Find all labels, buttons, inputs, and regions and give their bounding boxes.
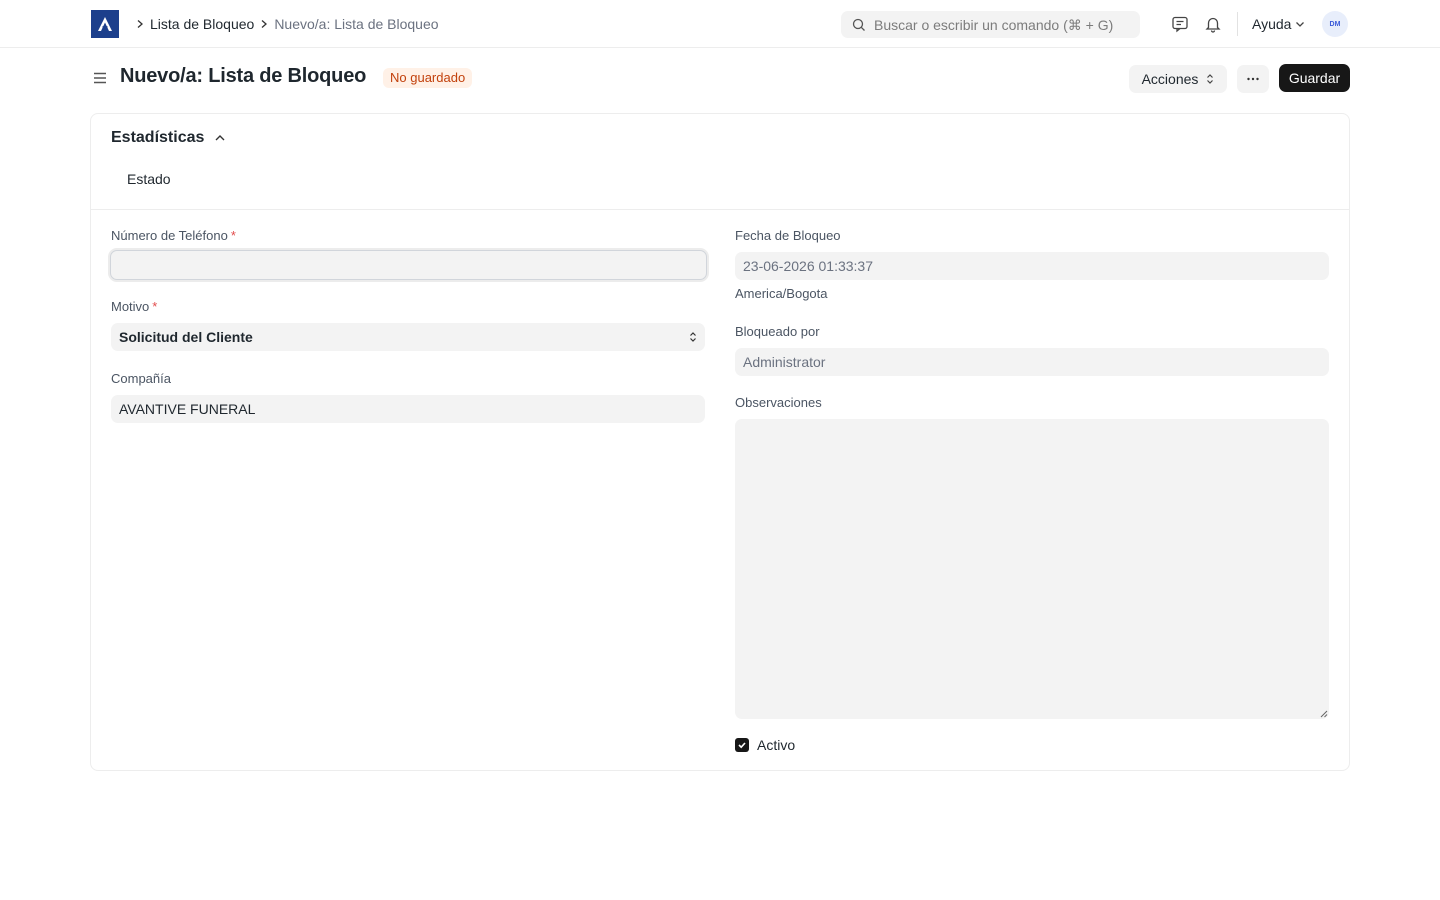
search-icon	[852, 18, 865, 31]
reason-label: Motivo *	[111, 299, 158, 314]
actions-button[interactable]: Acciones	[1129, 65, 1227, 93]
avatar[interactable]: DM	[1322, 11, 1348, 37]
chevron-down-icon	[1296, 22, 1305, 27]
chevron-up-down-icon	[1207, 74, 1214, 84]
page-title: Nuevo/a: Lista de Bloqueo	[120, 65, 367, 87]
required-marker: *	[152, 299, 158, 314]
breadcrumb-current[interactable]: Nuevo/a: Lista de Bloqueo	[274, 16, 438, 32]
save-button[interactable]: Guardar	[1279, 64, 1350, 92]
help-label: Ayuda	[1252, 16, 1292, 32]
help-menu[interactable]: Ayuda	[1252, 0, 1305, 48]
notes-textarea[interactable]	[735, 419, 1329, 719]
chevron-right-icon	[130, 19, 150, 29]
reason-value: Solicitud del Cliente	[119, 329, 253, 345]
resize-handle-icon[interactable]	[1320, 710, 1328, 718]
timezone-text: America/Bogota	[735, 286, 828, 301]
more-options-button[interactable]	[1237, 65, 1269, 93]
status-badge: No guardado	[383, 68, 473, 88]
section-divider	[91, 209, 1349, 210]
search-input[interactable]	[874, 16, 1134, 33]
app-logo[interactable]	[91, 10, 119, 38]
required-marker: *	[230, 228, 236, 243]
ellipsis-icon	[1247, 77, 1259, 81]
active-checkbox-row[interactable]: Activo	[735, 737, 795, 753]
breadcrumb-lista-de-bloqueo[interactable]: Lista de Bloqueo	[150, 16, 254, 32]
blocked-by-label: Bloqueado por	[735, 324, 820, 339]
section-toggle-estadisticas[interactable]: Estadísticas	[111, 129, 226, 147]
company-input[interactable]	[111, 395, 705, 423]
section-title: Estadísticas	[111, 129, 205, 146]
estado-label: Estado	[127, 171, 171, 187]
active-checkbox[interactable]	[735, 738, 749, 752]
chevron-up-icon	[215, 135, 225, 141]
form-card: Estadísticas Estado Número de Teléfono * …	[90, 113, 1350, 771]
nav-divider	[1237, 12, 1238, 36]
active-label: Activo	[757, 737, 796, 753]
block-date-field: 23-06-2026 01:33:37	[735, 252, 1329, 280]
logo-icon	[98, 17, 112, 31]
notes-label: Observaciones	[735, 395, 822, 410]
navbar: Lista de Bloqueo Nuevo/a: Lista de Bloqu…	[0, 0, 1440, 48]
phone-label: Número de Teléfono *	[111, 228, 236, 243]
chevron-up-down-icon	[690, 332, 696, 342]
reason-select[interactable]: Solicitud del Cliente	[111, 323, 705, 351]
blocked-by-field: Administrator	[735, 348, 1329, 376]
company-label: Compañía	[111, 371, 171, 386]
chat-icon[interactable]	[1170, 14, 1190, 34]
hamburger-menu-icon[interactable]	[92, 70, 108, 86]
search-bar[interactable]	[841, 11, 1140, 38]
breadcrumb: Lista de Bloqueo Nuevo/a: Lista de Bloqu…	[130, 0, 439, 48]
chevron-right-icon	[254, 19, 274, 29]
page-head: Nuevo/a: Lista de Bloqueo No guardado Ac…	[0, 48, 1440, 108]
checkmark-icon	[738, 742, 746, 749]
bell-icon[interactable]	[1203, 14, 1223, 34]
phone-input[interactable]	[110, 250, 707, 280]
block-date-label: Fecha de Bloqueo	[735, 228, 841, 243]
actions-label: Acciones	[1141, 71, 1199, 87]
